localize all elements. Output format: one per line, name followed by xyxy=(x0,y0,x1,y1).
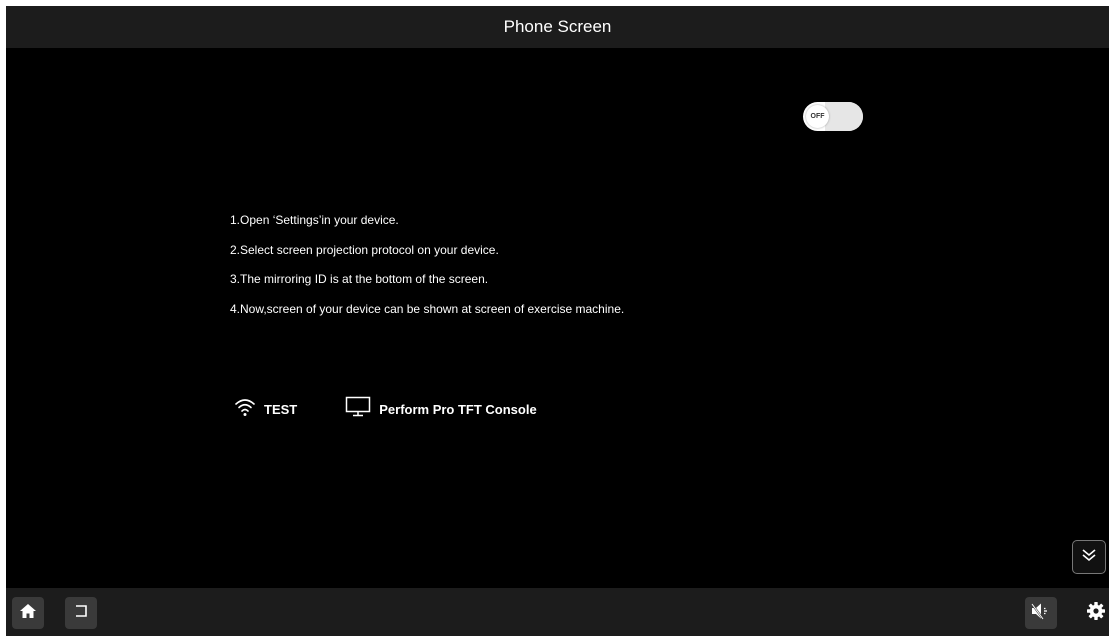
monitor-icon xyxy=(345,396,371,423)
gear-icon xyxy=(1086,601,1106,626)
wifi-status: TEST xyxy=(234,397,297,422)
volume-mute-button[interactable] xyxy=(1025,597,1057,629)
toggle-track xyxy=(825,102,863,131)
toggle-knob: OFF xyxy=(806,105,829,128)
wifi-name: TEST xyxy=(264,401,298,417)
title-bar: Phone Screen xyxy=(6,6,1109,48)
bottom-navigation-bar xyxy=(6,588,1109,636)
mirroring-toggle[interactable]: OFF xyxy=(803,102,863,131)
device-status: Perform Pro TFT Console xyxy=(345,396,537,423)
double-chevron-down-icon xyxy=(1081,548,1097,567)
back-icon xyxy=(73,604,89,623)
collapse-button[interactable] xyxy=(1072,540,1106,574)
instruction-step-2: 2.Select screen projection protocol on y… xyxy=(230,242,499,257)
wifi-icon xyxy=(234,397,256,422)
back-button[interactable] xyxy=(65,597,97,629)
instruction-step-3: 3.The mirroring ID is at the bottom of t… xyxy=(230,272,489,286)
page-title: Phone Screen xyxy=(503,17,612,36)
home-icon xyxy=(19,603,37,624)
toggle-state-label: OFF xyxy=(810,113,825,120)
instruction-step-1: 1.Open ‘Settings’in your device. xyxy=(230,213,399,227)
home-button[interactable] xyxy=(12,597,44,629)
connection-status-row: TEST Perform Pro TFT Console xyxy=(234,396,537,422)
volume-mute-icon xyxy=(1030,602,1052,625)
instruction-step-4: 4.Now,screen of your device can be shown… xyxy=(230,301,625,316)
app-frame: Phone Screen OFF 1.Open ‘Settings’in you… xyxy=(6,6,1109,636)
instructions-list: 1.Open ‘Settings’in your device. 2.Selec… xyxy=(230,211,624,329)
device-name: Perform Pro TFT Console xyxy=(379,401,537,417)
settings-button[interactable] xyxy=(1080,597,1109,629)
